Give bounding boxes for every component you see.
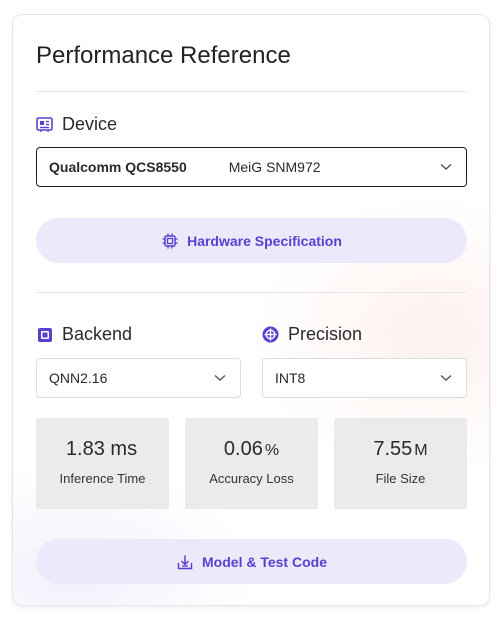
model-test-code-button[interactable]: Model & Test Code xyxy=(36,539,467,584)
precision-value: INT8 xyxy=(275,370,306,386)
hardware-specification-button[interactable]: Hardware Specification xyxy=(36,218,467,263)
chevron-down-icon xyxy=(440,374,452,381)
precision-label: Precision xyxy=(262,324,362,345)
inference-time-card: 1.83 ms Inference Time xyxy=(36,418,169,509)
metric-label: Accuracy Loss xyxy=(209,471,294,486)
precision-select[interactable]: INT8 xyxy=(262,358,467,398)
backend-select[interactable]: QNN2.16 xyxy=(36,358,241,398)
model-test-code-label: Model & Test Code xyxy=(202,553,327,570)
metric-label: Inference Time xyxy=(59,471,146,486)
download-icon xyxy=(176,553,193,570)
target-icon xyxy=(262,326,279,343)
divider xyxy=(36,91,467,92)
device-label: Device xyxy=(36,114,117,135)
performance-reference-card: Performance Reference Device Qualcomm QC… xyxy=(12,14,490,606)
backend-label-text: Backend xyxy=(62,324,133,344)
metric-label: File Size xyxy=(375,471,426,486)
backend-icon xyxy=(36,326,53,343)
backend-label: Backend xyxy=(36,324,132,345)
divider xyxy=(36,292,467,293)
file-size-card: 7.55 M File Size xyxy=(334,418,467,509)
hardware-specification-label: Hardware Specification xyxy=(187,232,342,249)
cpu-icon xyxy=(161,232,178,249)
metric-value: 1.83 ms xyxy=(65,438,138,460)
metric-value: 0.06% xyxy=(223,438,280,460)
metric-value: 7.55 M xyxy=(373,438,428,460)
chip-board-icon xyxy=(36,116,53,133)
chevron-down-icon xyxy=(214,374,226,381)
precision-label-text: Precision xyxy=(288,324,363,344)
device-model-name: MeiG SNM972 xyxy=(228,159,321,175)
backend-value: QNN2.16 xyxy=(49,370,108,386)
device-chip-name: Qualcomm QCS8550 xyxy=(49,159,187,175)
device-label-text: Device xyxy=(62,114,118,134)
device-select[interactable]: Qualcomm QCS8550 MeiG SNM972 xyxy=(36,147,467,187)
chevron-down-icon xyxy=(440,163,452,170)
page-title: Performance Reference xyxy=(36,42,291,69)
accuracy-loss-card: 0.06% Accuracy Loss xyxy=(185,418,318,509)
